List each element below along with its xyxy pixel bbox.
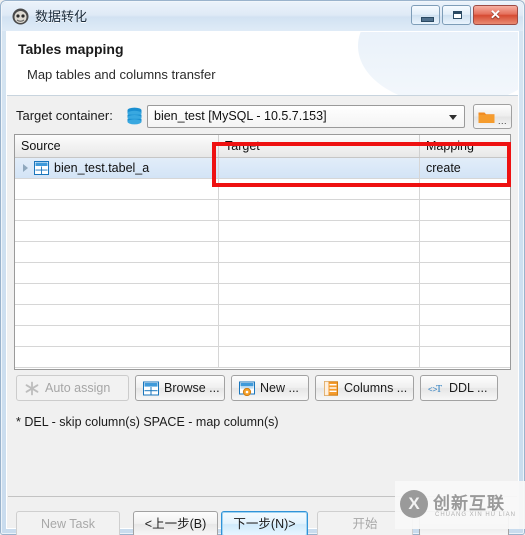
- ddl-button[interactable]: <> T DDL ...: [420, 375, 498, 401]
- cell-target[interactable]: [219, 179, 420, 199]
- title-bar[interactable]: 数据转化 ✕: [2, 2, 523, 31]
- minimize-button[interactable]: [411, 5, 440, 25]
- new-table-icon: [239, 381, 255, 396]
- cell-target[interactable]: [219, 242, 420, 262]
- target-container-combo[interactable]: bien_test [MySQL - 10.5.7.153]: [147, 105, 465, 128]
- expand-arrow-icon[interactable]: [23, 164, 28, 172]
- ddl-icon: <> T: [428, 384, 442, 395]
- close-icon: ✕: [490, 7, 501, 22]
- page-subtitle: Map tables and columns transfer: [27, 67, 216, 82]
- next-button[interactable]: 下一步(N)>: [221, 511, 308, 535]
- browse-button-label: Browse ...: [164, 381, 220, 395]
- cell-target[interactable]: [219, 284, 420, 304]
- wizard-header: Tables mapping Map tables and columns tr…: [7, 32, 518, 96]
- table-icon: [34, 161, 49, 175]
- auto-assign-button[interactable]: Auto assign: [16, 375, 129, 401]
- target-container-row: Target container: bien_test [MySQL - 10.…: [7, 102, 518, 132]
- table-header-row: Source Target Mapping: [15, 135, 510, 158]
- maximize-button[interactable]: [442, 5, 471, 25]
- table-row-empty[interactable]: [15, 347, 510, 368]
- cell-source[interactable]: [15, 326, 219, 346]
- browse-button[interactable]: Browse ...: [135, 375, 225, 401]
- asterisk-icon: [25, 381, 39, 396]
- columns-icon: [324, 381, 338, 396]
- cell-mapping[interactable]: [420, 326, 510, 346]
- choose-container-button[interactable]: ...: [473, 104, 512, 129]
- auto-assign-label: Auto assign: [45, 381, 111, 395]
- table-row-empty[interactable]: [15, 221, 510, 242]
- minimize-icon: [421, 17, 434, 22]
- table-row-empty[interactable]: [15, 263, 510, 284]
- cell-source[interactable]: [15, 305, 219, 325]
- cell-source[interactable]: bien_test.tabel_a: [15, 158, 219, 178]
- cell-mapping[interactable]: [420, 200, 510, 220]
- database-icon: [127, 107, 142, 125]
- table-row-empty[interactable]: [15, 200, 510, 221]
- watermark-text: 创新互联: [433, 494, 505, 513]
- cell-target[interactable]: [219, 200, 420, 220]
- cell-source[interactable]: [15, 284, 219, 304]
- mapping-action-bar: Auto assign Browse ... New ... Columns .…: [7, 375, 518, 405]
- cell-mapping[interactable]: [420, 305, 510, 325]
- window-controls: ✕: [411, 5, 518, 25]
- keyboard-hint: * DEL - skip column(s) SPACE - map colum…: [16, 415, 279, 429]
- cell-mapping[interactable]: [420, 221, 510, 241]
- cell-target[interactable]: [219, 326, 420, 346]
- cell-source[interactable]: [15, 221, 219, 241]
- watermark-logo-icon: X: [400, 490, 428, 518]
- dialog-content: Tables mapping Map tables and columns tr…: [6, 31, 519, 535]
- folder-button-dots: ...: [498, 116, 508, 126]
- table-row-empty[interactable]: [15, 284, 510, 305]
- column-header-source[interactable]: Source: [15, 135, 219, 157]
- page-title: Tables mapping: [18, 41, 124, 57]
- app-icon: [12, 8, 29, 25]
- cell-mapping[interactable]: [420, 263, 510, 283]
- column-header-mapping[interactable]: Mapping: [420, 135, 510, 157]
- tables-mapping-table[interactable]: Source Target Mapping bien_test.tabel_a: [14, 134, 511, 370]
- cell-target[interactable]: [219, 305, 420, 325]
- table-row-empty[interactable]: [15, 326, 510, 347]
- cell-mapping[interactable]: create: [420, 158, 510, 178]
- cell-source[interactable]: [15, 347, 219, 367]
- cell-mapping[interactable]: [420, 347, 510, 367]
- cell-mapping[interactable]: [420, 284, 510, 304]
- cell-target[interactable]: [219, 263, 420, 283]
- table-icon: [143, 381, 159, 396]
- table-row-empty[interactable]: [15, 305, 510, 326]
- watermark-subtext: CHUANG XIN HU LIAN: [435, 512, 517, 518]
- target-container-label: Target container:: [16, 108, 113, 123]
- dialog-window: 数据转化 ✕ Tables mapping Map tables and col…: [0, 0, 525, 535]
- cell-mapping[interactable]: [420, 179, 510, 199]
- cell-source[interactable]: [15, 263, 219, 283]
- cell-mapping[interactable]: [420, 242, 510, 262]
- watermark: X 创新互联 CHUANG XIN HU LIAN: [395, 481, 525, 529]
- cell-target[interactable]: [219, 347, 420, 367]
- source-table-name: bien_test.tabel_a: [54, 161, 150, 175]
- new-button[interactable]: New ...: [231, 375, 309, 401]
- target-container-value: bien_test [MySQL - 10.5.7.153]: [154, 109, 327, 123]
- columns-button-label: Columns ...: [344, 381, 408, 395]
- new-task-button[interactable]: New Task: [16, 511, 120, 535]
- columns-button[interactable]: Columns ...: [315, 375, 414, 401]
- table-row-empty[interactable]: [15, 179, 510, 200]
- chevron-down-icon: [449, 115, 457, 120]
- cell-target[interactable]: [219, 221, 420, 241]
- table-row-empty[interactable]: [15, 242, 510, 263]
- svg-text:T: T: [436, 384, 442, 395]
- maximize-icon: [453, 11, 462, 19]
- table-row[interactable]: bien_test.tabel_a create: [15, 158, 510, 179]
- cell-source[interactable]: [15, 200, 219, 220]
- back-button[interactable]: <上一步(B): [133, 511, 218, 535]
- column-header-target[interactable]: Target: [219, 135, 420, 157]
- window-title: 数据转化: [35, 9, 88, 24]
- cell-source[interactable]: [15, 179, 219, 199]
- cell-source[interactable]: [15, 242, 219, 262]
- close-button[interactable]: ✕: [473, 5, 518, 25]
- cell-target[interactable]: [219, 158, 420, 178]
- ddl-button-label: DDL ...: [449, 381, 488, 395]
- folder-icon: [478, 112, 495, 123]
- new-button-label: New ...: [260, 381, 299, 395]
